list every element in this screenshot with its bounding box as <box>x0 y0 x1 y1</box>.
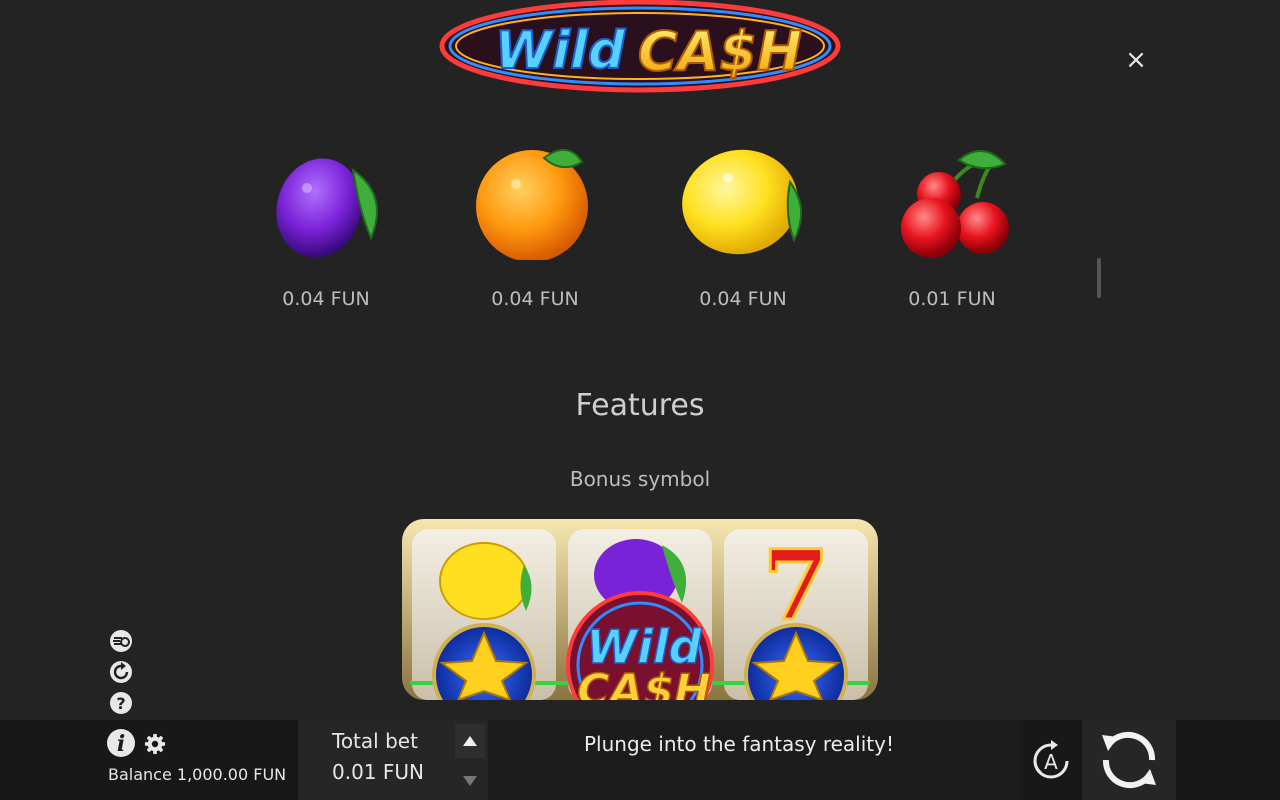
arrow-up-icon <box>463 736 477 746</box>
spin-button[interactable] <box>1094 727 1164 793</box>
bonus-reels-illustration: Wild CA$H 7 <box>402 519 878 700</box>
svg-text:?: ? <box>116 694 125 713</box>
info-icon[interactable]: i <box>106 728 136 758</box>
gear-icon[interactable] <box>144 733 166 755</box>
autoplay-history-icon[interactable] <box>108 659 134 685</box>
help-icon[interactable]: ? <box>108 690 134 716</box>
paytable-item-cherries: 0.01 FUN <box>872 140 1032 310</box>
logo-wild-text: Wild <box>495 21 626 81</box>
total-bet-value: 0.01 FUN <box>332 760 424 784</box>
total-bet-label: Total bet <box>332 729 418 753</box>
orange-icon <box>476 149 588 260</box>
paytable-item-lemon: 0.04 FUN <box>663 140 823 310</box>
paytable-value-lemon: 0.04 FUN <box>699 288 787 310</box>
scrollbar[interactable] <box>1097 258 1101 298</box>
bet-decrease-button[interactable] <box>455 764 485 798</box>
wild-cash-logo: Wild CA$H <box>425 0 855 98</box>
paytable-value-orange: 0.04 FUN <box>491 288 579 310</box>
autoplay-label: A <box>1044 750 1058 774</box>
cherries-icon <box>901 150 1009 258</box>
svg-text:i: i <box>117 731 125 757</box>
lemon-icon <box>682 149 803 255</box>
bet-increase-button[interactable] <box>455 724 485 758</box>
paytable-item-orange: 0.04 FUN <box>455 140 615 310</box>
balance-text: Balance 1,000.00 FUN <box>108 765 287 784</box>
arrow-down-icon <box>463 776 477 786</box>
logo-cash-text: CA$H <box>638 20 802 83</box>
autoplay-button[interactable]: A <box>1027 737 1075 785</box>
bonus-symbol-title: Bonus symbol <box>569 467 711 491</box>
status-message: Plunge into the fantasy reality! <box>583 732 894 756</box>
features-title: Features <box>575 388 705 423</box>
reel-logo-cash-text: CA$H <box>577 665 711 700</box>
paytable-value-cherries: 0.01 FUN <box>908 288 996 310</box>
close-button[interactable]: × <box>1122 46 1150 74</box>
plum-icon <box>276 158 378 258</box>
paytable-value-plum: 0.04 FUN <box>282 288 370 310</box>
paytable-item-plum: 0.04 FUN <box>246 140 406 310</box>
turbo-icon[interactable] <box>108 628 134 654</box>
